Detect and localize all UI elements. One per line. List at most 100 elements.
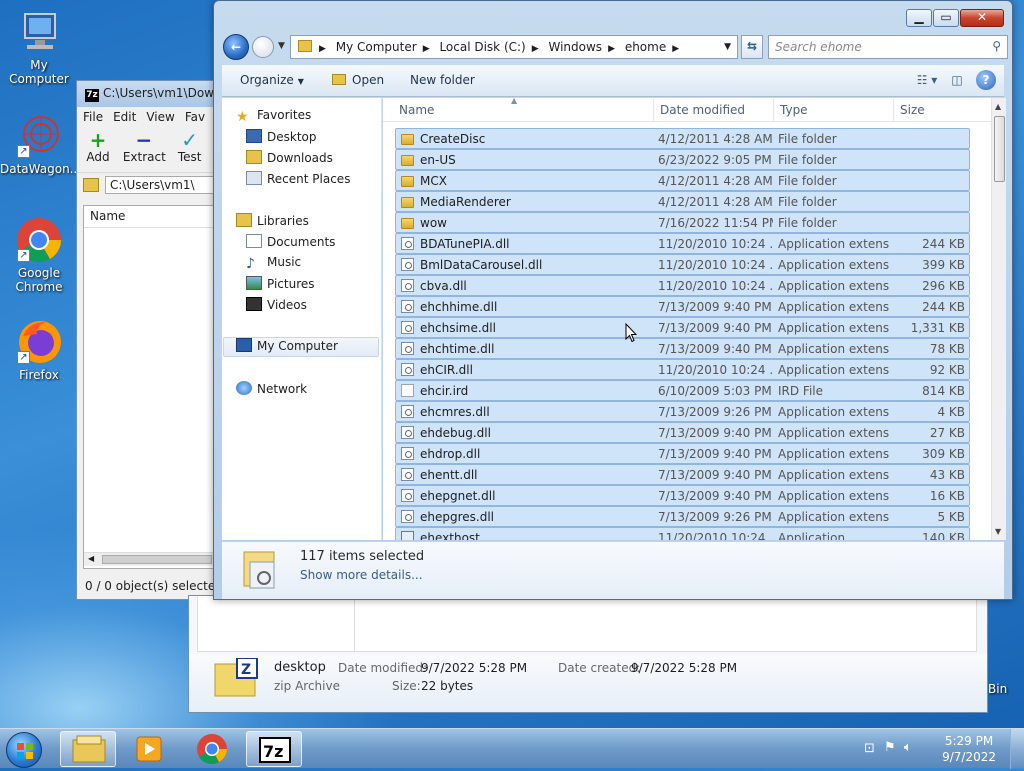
- file-row[interactable]: en-US 6/23/2022 9:05 PM File folder: [395, 149, 970, 170]
- desktop-icon-datawagon[interactable]: ↗ DataWagon...: [0, 112, 81, 176]
- open-button[interactable]: Open: [332, 73, 384, 87]
- up-folder-icon[interactable]: [83, 178, 99, 192]
- nav-recent-places[interactable]: Recent Places: [246, 171, 350, 191]
- file-row[interactable]: ehepgnet.dll 7/13/2009 9:40 PM Application…: [395, 485, 970, 506]
- breadcrumb-separator[interactable]: ▶: [672, 44, 679, 54]
- minimize-button[interactable]: ▁: [906, 9, 932, 27]
- column-name[interactable]: Name: [399, 103, 434, 117]
- network-tray-icon[interactable]: ⊡: [864, 741, 875, 756]
- file-row[interactable]: ehexthost 11/20/2010 10:24 ... Application…: [395, 527, 970, 540]
- file-row[interactable]: ehepgres.dll 7/13/2009 9:26 PM Application…: [395, 506, 970, 527]
- nav-desktop[interactable]: Desktop: [246, 129, 317, 149]
- add-button[interactable]: + Add: [77, 127, 119, 164]
- show-desktop-button[interactable]: [1010, 729, 1024, 769]
- file-row[interactable]: ehchtime.dll 7/13/2009 9:40 PM Application…: [395, 338, 970, 359]
- nav-pictures[interactable]: Pictures: [246, 276, 315, 296]
- scroll-down-icon[interactable]: ▼: [995, 527, 1001, 536]
- breadcrumb-local-disk[interactable]: Local Disk (C:): [439, 40, 525, 54]
- search-input[interactable]: Search ehome ⚲: [768, 35, 1008, 59]
- nav-libraries[interactable]: Libraries: [236, 213, 309, 233]
- column-header-name[interactable]: Name: [84, 206, 224, 228]
- file-row[interactable]: ehdebug.dll 7/13/2009 9:40 PM Application …: [395, 422, 970, 443]
- zip-content-area[interactable]: [197, 596, 977, 652]
- file-row[interactable]: CreateDisc 4/12/2011 4:28 AM File folder: [395, 128, 970, 149]
- taskbar-7zip-button[interactable]: 7z: [246, 731, 302, 767]
- file-row[interactable]: cbva.dll 11/20/2010 10:24 ... Application …: [395, 275, 970, 296]
- nav-favorites[interactable]: ★ Favorites: [236, 108, 311, 128]
- file-row[interactable]: ehchsime.dll 7/13/2009 9:40 PM Application…: [395, 317, 970, 338]
- sevenzip-address[interactable]: C:\Users\vm1\: [105, 176, 225, 194]
- preview-pane-icon[interactable]: ◫: [946, 70, 968, 92]
- recycle-bin-label[interactable]: Bin: [988, 682, 1007, 696]
- scroll-left-icon[interactable]: ◀: [88, 554, 94, 563]
- breadcrumb-separator[interactable]: ▶: [423, 44, 430, 54]
- nav-downloads[interactable]: Downloads: [246, 150, 333, 170]
- view-options-icon[interactable]: ☷ ▾: [916, 70, 938, 92]
- volume-icon[interactable]: 🔈︎: [904, 740, 912, 755]
- column-size[interactable]: Size: [900, 103, 925, 117]
- new-folder-button[interactable]: New folder: [410, 73, 475, 87]
- column-date-modified[interactable]: Date modified: [660, 103, 745, 117]
- nav-network[interactable]: Network: [236, 381, 307, 401]
- clock[interactable]: 5:29 PM 9/7/2022: [942, 733, 996, 765]
- sevenzip-hscroll[interactable]: ◀: [84, 552, 224, 566]
- column-separator[interactable]: [773, 98, 774, 122]
- extract-button[interactable]: − Extract: [123, 127, 166, 164]
- breadcrumb-separator[interactable]: ▶: [608, 44, 615, 54]
- sevenzip-titlebar[interactable]: 7z C:\Users\vm1\Down: [77, 81, 225, 107]
- help-icon[interactable]: ?: [976, 70, 996, 90]
- close-button[interactable]: ✕: [960, 9, 1004, 27]
- file-row[interactable]: ehentt.dll 7/13/2009 9:40 PM Application e…: [395, 464, 970, 485]
- desktop-icon-my-computer[interactable]: My Computer: [0, 8, 78, 86]
- test-button[interactable]: ✓ Test: [169, 127, 211, 164]
- desktop-icon-firefox[interactable]: ↗ Firefox: [0, 318, 78, 382]
- column-separator[interactable]: [653, 98, 654, 122]
- scroll-up-icon[interactable]: ▲: [995, 102, 1001, 111]
- file-row[interactable]: ehchhime.dll 7/13/2009 9:40 PM Application…: [395, 296, 970, 317]
- file-row[interactable]: wow 7/16/2022 11:54 PM File folder: [395, 212, 970, 233]
- back-button[interactable]: ←: [223, 34, 249, 60]
- scroll-thumb[interactable]: [994, 116, 1005, 182]
- file-row[interactable]: ehcmres.dll 7/13/2009 9:26 PM Application …: [395, 401, 970, 422]
- breadcrumb-ehome[interactable]: ehome: [625, 40, 666, 54]
- breadcrumb-separator[interactable]: ▶: [319, 44, 326, 54]
- search-icon[interactable]: ⚲: [992, 39, 1001, 53]
- file-row[interactable]: ehCIR.dll 11/20/2010 10:24 ... Application…: [395, 359, 970, 380]
- nav-videos[interactable]: Videos: [246, 297, 307, 317]
- breadcrumb-my-computer[interactable]: My Computer: [336, 40, 417, 54]
- taskbar-media-player-button[interactable]: [120, 731, 176, 767]
- desktop-icon-chrome[interactable]: ↗ Google Chrome: [0, 216, 78, 294]
- nav-music[interactable]: ♪ Music: [246, 255, 301, 275]
- file-row[interactable]: MCX 4/12/2011 4:28 AM File folder: [395, 170, 970, 191]
- organize-button[interactable]: Organize ▼: [240, 73, 304, 87]
- address-bar[interactable]: ▶ My Computer ▶ Local Disk (C:) ▶ Windows ▶…: [290, 35, 738, 59]
- menu-favorites[interactable]: Fav: [185, 110, 205, 124]
- file-row[interactable]: ehdrop.dll 7/13/2009 9:40 PM Application e…: [395, 443, 970, 464]
- start-button[interactable]: [6, 732, 42, 768]
- vertical-scrollbar[interactable]: ▲ ▼: [991, 98, 1006, 540]
- file-row[interactable]: BDATunePIA.dll 11/20/2010 10:24 ... Applic…: [395, 233, 970, 254]
- show-more-details-link[interactable]: Show more details...: [300, 568, 423, 582]
- menu-view[interactable]: View: [146, 110, 174, 124]
- file-row[interactable]: MediaRenderer 4/12/2011 4:28 AM File folde…: [395, 191, 970, 212]
- scroll-thumb[interactable]: [102, 555, 212, 564]
- forward-button[interactable]: [252, 36, 274, 58]
- breadcrumb-windows[interactable]: Windows: [548, 40, 602, 54]
- nav-documents[interactable]: Documents: [246, 234, 335, 254]
- taskbar-chrome-button[interactable]: [184, 731, 240, 767]
- file-row[interactable]: BmlDataCarousel.dll 11/20/2010 10:24 ... A…: [395, 254, 970, 275]
- refresh-button[interactable]: ⇆: [741, 35, 763, 59]
- address-dropdown-icon[interactable]: ▼: [724, 42, 731, 52]
- file-row[interactable]: ehcir.ird 6/10/2009 5:03 PM IRD File 814 KB: [395, 380, 970, 401]
- maximize-button[interactable]: ▭: [933, 9, 959, 27]
- menu-edit[interactable]: Edit: [113, 110, 136, 124]
- breadcrumb-separator[interactable]: ▶: [532, 44, 539, 54]
- sevenzip-file-list[interactable]: Name ◀: [83, 205, 225, 569]
- nav-my-computer[interactable]: My Computer: [223, 337, 379, 357]
- menu-file[interactable]: File: [83, 110, 103, 124]
- column-type[interactable]: Type: [780, 103, 808, 117]
- recent-pages-dropdown[interactable]: ▼: [278, 41, 285, 51]
- taskbar-explorer-button[interactable]: [60, 731, 116, 767]
- column-separator[interactable]: [893, 98, 894, 122]
- action-center-flag-icon[interactable]: ⚑: [884, 740, 896, 755]
